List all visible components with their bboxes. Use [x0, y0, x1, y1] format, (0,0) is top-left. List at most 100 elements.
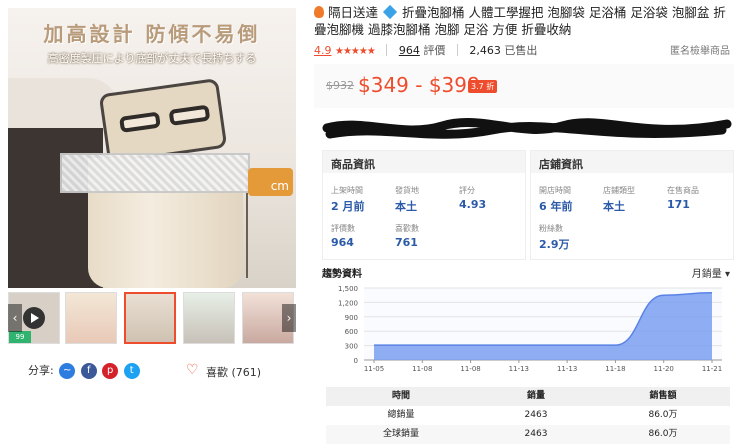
x-tick-label: 11-08 — [412, 365, 432, 373]
stat-shop-type: 店鋪類型 本土 — [603, 185, 635, 214]
rating-score[interactable]: 4.9 — [314, 44, 332, 57]
stat-label: 發貨地 — [395, 186, 419, 195]
product-title: 隔日送達 折疊泡腳桶 人體工學握把 泡腳袋 足浴桶 足浴袋 泡腳盆 折疊泡腳機 … — [314, 4, 734, 38]
thumbnail-3-selected[interactable] — [124, 292, 176, 344]
rating-row: 4.9 ★★★★★ 964 評價 2,463 已售出 匿名檢舉商品 — [314, 42, 734, 58]
fire-icon — [314, 6, 324, 18]
table-cell: 86.0万 — [648, 429, 678, 439]
handle-right-shape — [168, 104, 211, 126]
hero-banner: 加高設計 防傾不易倒 高密度製圧により底部が丈夫で長持ちする — [8, 8, 296, 73]
stat-value: 964 — [331, 236, 354, 249]
current-price: $349 - $398 — [358, 73, 480, 97]
stat-label: 粉絲數 — [539, 224, 563, 233]
stat-label: 評價數 — [331, 224, 355, 233]
thumbnail-2[interactable] — [65, 292, 117, 344]
price-box: $932 $349 - $398 3.7 折 — [314, 64, 734, 108]
table-cell: 2463 — [524, 410, 548, 420]
table-header-row: 時間 銷量 銷售額 — [326, 387, 730, 406]
original-price: $932 — [326, 79, 354, 92]
x-tick-label: 11-21 — [702, 365, 722, 373]
height-badge-text: cm — [270, 179, 289, 193]
reviews-label: 評價 — [423, 44, 446, 57]
play-icon[interactable] — [23, 307, 45, 329]
diamond-icon — [382, 4, 398, 20]
chevron-left-icon[interactable]: ‹ — [8, 304, 22, 332]
thumbnail-strip: 99 ‹ › — [8, 292, 296, 348]
y-tick-label: 0 — [354, 357, 358, 365]
x-tick-label: 11-18 — [605, 365, 625, 373]
hero-subtitle: 高密度製圧により底部が丈夫で長持ちする — [47, 52, 257, 65]
sold-count: 2,463 — [469, 44, 501, 57]
stat-label: 店鋪類型 — [603, 186, 635, 195]
like-count[interactable]: 喜歡 (761) — [206, 364, 261, 380]
stat-value: 6 年前 — [539, 200, 573, 213]
stat-value: 4.93 — [459, 198, 487, 211]
stat-like-count: 喜歡數 761 — [395, 223, 419, 249]
divider — [386, 44, 388, 56]
chevron-right-icon[interactable]: › — [282, 304, 296, 332]
y-tick-label: 900 — [345, 314, 358, 322]
stat-label: 在售商品 — [667, 186, 699, 195]
report-link[interactable]: 匿名檢舉商品 — [670, 42, 730, 57]
hero-photo-bucket-rim — [98, 77, 228, 165]
stat-products-on-sale: 在售商品 171 — [667, 185, 699, 211]
stat-shop-age: 開店時間 6 年前 — [539, 185, 572, 214]
blurred-overlay — [60, 153, 250, 193]
shop-info-card: 店鋪資訊 開店時間 6 年前 店鋪類型本土 在售商品 171 粉絲數 2.9万 — [530, 150, 734, 260]
discount-badge: 3.7 折 — [468, 80, 498, 93]
title-prefix: 隔日送達 — [327, 5, 378, 20]
stat-value: 本土 — [395, 200, 417, 213]
table-row: 全球銷量 2463 86.0万 — [326, 425, 730, 444]
trend-header: 趨勢資料 月銷量 ▾ — [322, 265, 732, 281]
stat-review-count: 評價數 964 — [331, 223, 355, 249]
y-tick-label: 1,500 — [338, 285, 358, 293]
product-info-card: 商品資訊 上架時間 2 月前 發貨地 本土 評分 4.93 評價數 964 喜歡數 761 — [322, 150, 526, 260]
thumbnail-4[interactable] — [183, 292, 235, 344]
stat-value: 2.9万 — [539, 238, 570, 251]
stat-value: 2 月前 — [331, 200, 365, 213]
stat-value: 761 — [395, 236, 418, 249]
heart-icon[interactable]: ♡ — [186, 362, 199, 378]
messenger-icon[interactable]: ~ — [59, 363, 76, 379]
thumb-price-tag: 99 — [9, 331, 31, 343]
table-row: 總銷量 2463 86.0万 — [326, 406, 730, 425]
sales-trend-chart: 1,500 1,200 900 600 300 0 11-05 11-08 11-08 11-13… — [338, 285, 722, 373]
hero-image[interactable]: cm 加高設計 防傾不易倒 高密度製圧により底部が丈夫で長持ちする — [8, 8, 296, 288]
redacted-scribble — [322, 118, 732, 139]
x-tick-label: 11-20 — [654, 365, 674, 373]
stat-rating: 評分 4.93 — [459, 185, 486, 211]
table-cell: 2463 — [524, 429, 548, 439]
share-row: 分享: ~ f p t ♡ 喜歡 (761) — [28, 362, 298, 382]
trend-period-select[interactable]: 月銷量 ▾ — [692, 265, 730, 280]
table-cell: 總銷量 — [387, 410, 415, 420]
x-tick-label: 11-08 — [460, 365, 480, 373]
stat-listed-time: 上架時間 2 月前 — [331, 185, 364, 214]
reviews-count[interactable]: 964 — [399, 44, 420, 57]
x-tick-label: 11-13 — [557, 365, 577, 373]
table-cell: 全球銷量 — [382, 429, 419, 439]
height-badge: cm — [248, 168, 293, 196]
product-gallery: cm 加高設計 防傾不易倒 高密度製圧により底部が丈夫で長持ちする 99 ‹ ›… — [0, 0, 300, 445]
stat-value: 本土 — [603, 200, 625, 213]
pinterest-icon[interactable]: p — [102, 363, 119, 379]
stat-label: 喜歡數 — [395, 224, 419, 233]
star-icons: ★★★★★ — [335, 46, 376, 57]
share-label: 分享: — [28, 364, 54, 377]
trend-title: 趨勢資料 — [322, 269, 362, 280]
twitter-icon[interactable]: t — [123, 363, 140, 379]
stat-label: 上架時間 — [331, 186, 363, 195]
table-cell: 86.0万 — [648, 410, 678, 420]
stat-value: 171 — [667, 198, 690, 211]
sold-label: 已售出 — [504, 44, 538, 57]
handle-left-shape — [119, 111, 161, 133]
y-tick-label: 300 — [345, 343, 358, 351]
y-tick-label: 1,200 — [338, 299, 358, 307]
stat-ship-from: 發貨地 本土 — [395, 185, 419, 214]
stat-label: 開店時間 — [539, 186, 571, 195]
shop-info-title: 店鋪資訊 — [531, 151, 733, 173]
hero-title: 加高設計 防傾不易倒 — [43, 22, 261, 46]
facebook-icon[interactable]: f — [80, 363, 97, 379]
stat-label: 評分 — [459, 186, 475, 195]
product-details: 隔日送達 折疊泡腳桶 人體工學握把 泡腳袋 足浴桶 足浴袋 泡腳盆 折疊泡腳機 … — [312, 0, 740, 445]
header-cell: 銷量 — [526, 391, 545, 401]
